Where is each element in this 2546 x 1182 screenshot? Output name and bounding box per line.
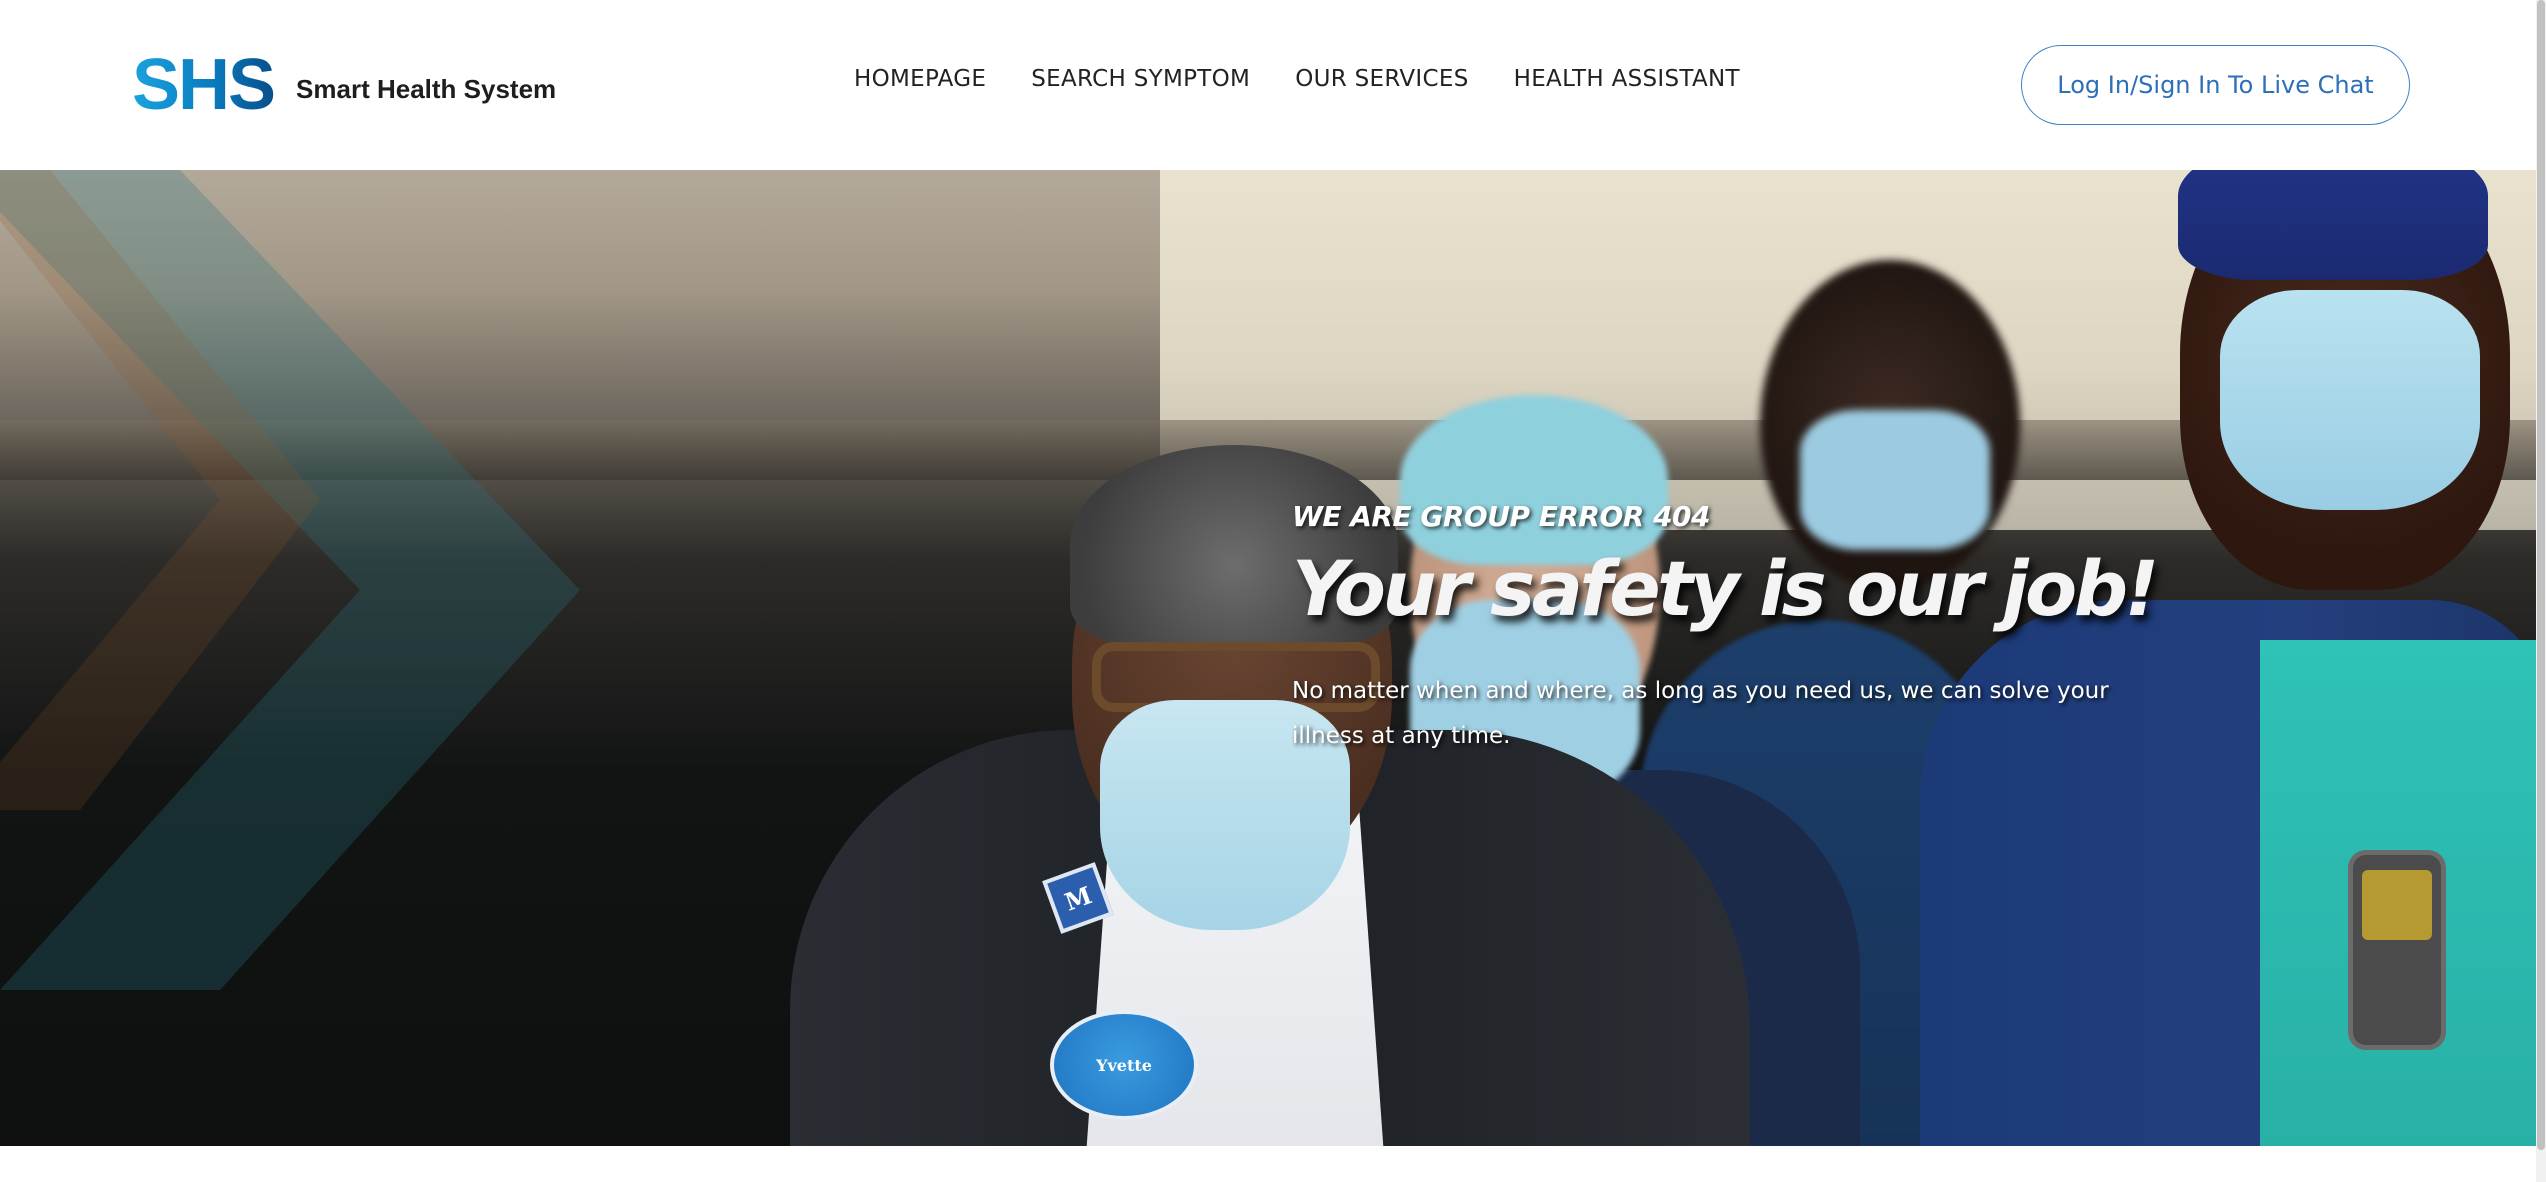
logo-text: Smart Health System <box>296 73 557 104</box>
scrollbar-thumb[interactable] <box>2537 0 2545 1150</box>
main-nav: HOMEPAGE SEARCH SYMPTOM OUR SERVICES HEA… <box>854 66 1785 92</box>
hero-eyebrow: WE ARE GROUP ERROR 404 <box>1292 500 1711 533</box>
nav-health-assistant[interactable]: HEALTH ASSISTANT <box>1514 66 1740 92</box>
hero-banner: M Yvette WE ARE GROUP ERROR 404 Your saf… <box>0 170 2536 1146</box>
nav-search-symptom[interactable]: SEARCH SYMPTOM <box>1031 66 1250 92</box>
nav-homepage[interactable]: HOMEPAGE <box>854 66 986 92</box>
nav-our-services[interactable]: OUR SERVICES <box>1295 66 1468 92</box>
doctor-right-cap <box>2178 170 2488 280</box>
login-live-chat-button[interactable]: Log In/Sign In To Live Chat <box>2021 45 2410 125</box>
hero-headline: Your safety is our job! <box>1292 544 2159 633</box>
pager-screen <box>2362 870 2432 940</box>
hero-subtext: No matter when and where, as long as you… <box>1292 678 2109 749</box>
logo[interactable]: SHS Smart Health System <box>132 45 557 125</box>
site-header: SHS Smart Health System HOMEPAGE SEARCH … <box>0 0 2536 170</box>
logo-mark: SHS <box>132 45 276 125</box>
name-badge: Yvette <box>1050 1010 1198 1120</box>
doctor-right-mask <box>2220 290 2480 510</box>
hero-text-block: WE ARE GROUP ERROR 404 Your safety is ou… <box>1292 500 2192 759</box>
chevron-overlay-icon <box>0 170 580 990</box>
page: SHS Smart Health System HOMEPAGE SEARCH … <box>0 0 2546 1182</box>
